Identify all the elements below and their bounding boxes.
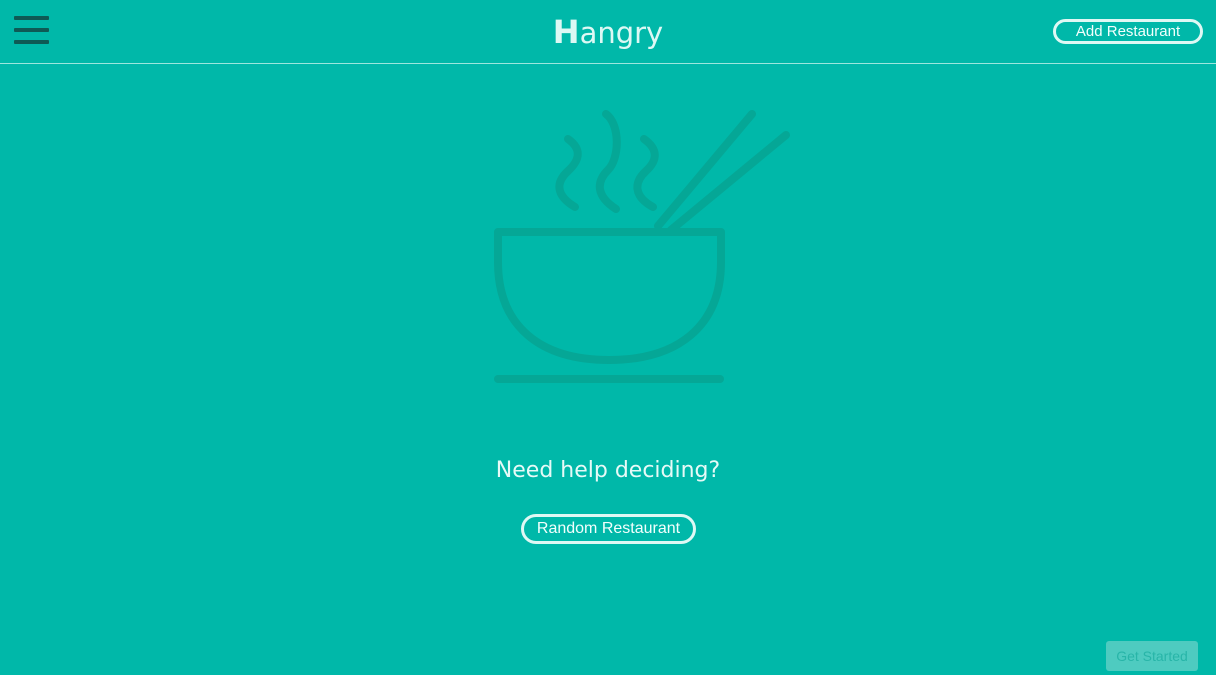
page: Hangry Add Restaurant Need help deciding…	[0, 0, 1216, 675]
decision-prompt: Need help deciding?	[495, 458, 721, 483]
app-title-initial: H	[552, 13, 580, 51]
app-title: Hangry	[0, 12, 1216, 53]
add-restaurant-button[interactable]: Add Restaurant	[1053, 19, 1203, 44]
app-title-rest: angry	[579, 16, 664, 50]
noodle-bowl-chopsticks-icon	[494, 110, 790, 383]
get-started-button[interactable]: Get Started	[1106, 641, 1198, 671]
hamburger-menu-icon[interactable]	[14, 16, 49, 46]
random-restaurant-button[interactable]: Random Restaurant	[521, 514, 696, 544]
top-bar: Hangry Add Restaurant	[0, 0, 1216, 64]
